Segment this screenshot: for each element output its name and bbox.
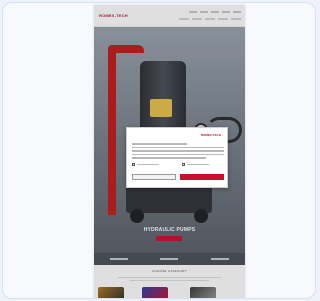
dialog-logo: ROMEX-TECH [200,133,221,137]
accept-all-button[interactable] [180,174,224,180]
checkbox-icon[interactable] [182,163,185,166]
text-line [132,150,224,152]
dialog-actions [132,174,224,180]
website-screenshot: ROMEX-TECH HYDRAULIC PUMPS CHOOSE CATEGO… [94,5,245,298]
text-line [132,157,206,159]
text-line [132,146,224,148]
consent-checkbox-necessary[interactable] [132,163,174,166]
preview-card: ROMEX-TECH HYDRAULIC PUMPS CHOOSE CATEGO… [2,2,316,299]
consent-checkbox-statistics[interactable] [182,163,224,166]
checkbox-icon[interactable] [132,163,135,166]
dialog-body-text [132,143,224,161]
text-line [132,153,224,155]
text-line [132,143,188,145]
consent-options [132,163,224,166]
save-selection-button[interactable] [132,174,176,180]
cookie-consent-dialog: ROMEX-TECH [126,127,228,188]
checkbox-label [187,163,209,166]
checkbox-label [137,163,159,166]
dialog-title [132,138,133,139]
